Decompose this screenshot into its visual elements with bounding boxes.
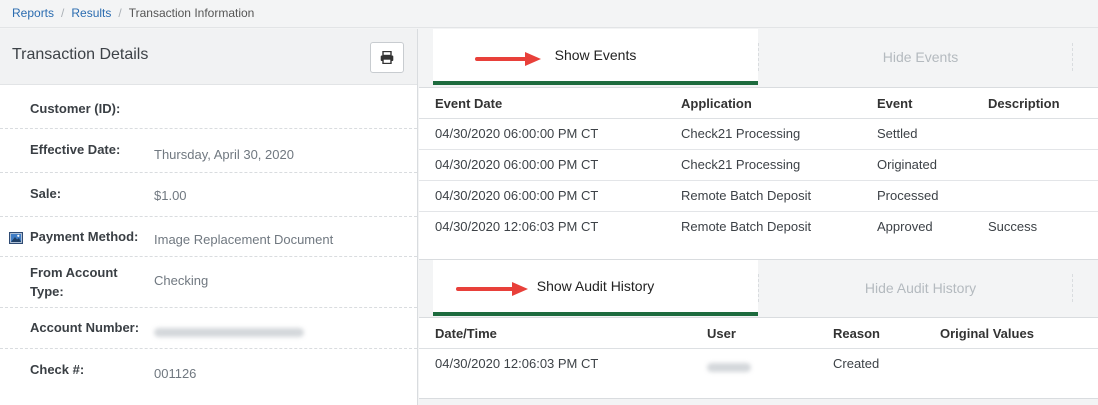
breadcrumb-reports[interactable]: Reports bbox=[12, 6, 54, 20]
check-number-row: Check #: 001126 bbox=[0, 349, 417, 393]
audit-history-tabs: Show Audit History Hide Audit History bbox=[433, 260, 1097, 316]
breadcrumb-current: Transaction Information bbox=[128, 6, 255, 20]
events-table-header: Event Date Application Event Description bbox=[419, 88, 1098, 119]
event-date-cell: 04/30/2020 06:00:00 PM CT bbox=[435, 188, 599, 203]
column-header-event[interactable]: Event bbox=[877, 96, 912, 111]
application-cell: Remote Batch Deposit bbox=[681, 188, 812, 203]
sale-value: $1.00 bbox=[154, 188, 187, 203]
table-row: 04/30/2020 12:06:03 PM CT Created bbox=[419, 349, 1098, 397]
user-cell bbox=[707, 359, 751, 374]
breadcrumb: Reports / Results / Transaction Information bbox=[0, 0, 1098, 28]
application-cell: Remote Batch Deposit bbox=[681, 219, 812, 234]
audit-history-table-header: Date/Time User Reason Original Values bbox=[419, 318, 1098, 349]
breadcrumb-separator: / bbox=[118, 6, 122, 20]
effective-date-label: Effective Date: bbox=[30, 142, 121, 157]
application-cell: Check21 Processing bbox=[681, 126, 801, 141]
date-time-cell: 04/30/2020 12:06:03 PM CT bbox=[435, 356, 599, 371]
audit-history-table: Date/Time User Reason Original Values 04… bbox=[419, 317, 1098, 399]
account-number-label: Account Number: bbox=[30, 320, 140, 335]
from-account-type-label-line2: Type: bbox=[30, 284, 64, 299]
events-panel: Show Events Hide Events Event Date Appli… bbox=[419, 29, 1098, 405]
column-header-event-date[interactable]: Event Date bbox=[435, 96, 502, 111]
breadcrumb-separator: / bbox=[61, 6, 65, 20]
table-row: 04/30/2020 06:00:00 PM CT Check21 Proces… bbox=[419, 119, 1098, 150]
check-number-label: Check #: bbox=[30, 362, 85, 377]
transaction-details-panel: Transaction Details Customer (ID): Effec… bbox=[0, 29, 418, 405]
tab-hide-audit-history-label: Hide Audit History bbox=[864, 280, 977, 296]
description-cell: Success bbox=[988, 219, 1038, 234]
tab-show-events-label: Show Events bbox=[554, 47, 637, 63]
column-header-user[interactable]: User bbox=[707, 326, 736, 341]
tab-hide-events[interactable]: Hide Events bbox=[758, 29, 1083, 85]
printer-icon bbox=[380, 51, 394, 64]
column-header-date-time[interactable]: Date/Time bbox=[435, 326, 497, 341]
effective-date-value: Thursday, April 30, 2020 bbox=[154, 147, 294, 162]
arrow-right-icon bbox=[475, 52, 541, 66]
check-number-value: 001126 bbox=[154, 366, 197, 381]
payment-method-row: Payment Method: Image Replacement Docume… bbox=[0, 217, 417, 257]
tab-show-audit-history-label: Show Audit History bbox=[536, 278, 655, 294]
payment-method-label: Payment Method: bbox=[30, 229, 139, 244]
table-row: 04/30/2020 06:00:00 PM CT Check21 Proces… bbox=[419, 150, 1098, 181]
sale-label: Sale: bbox=[30, 186, 62, 201]
account-number-row: Account Number: bbox=[0, 308, 417, 349]
customer-id-label: Customer (ID): bbox=[30, 101, 121, 116]
breadcrumb-results[interactable]: Results bbox=[71, 6, 111, 20]
event-cell: Approved bbox=[877, 219, 933, 234]
event-cell: Originated bbox=[877, 157, 937, 172]
customer-id-row: Customer (ID): bbox=[0, 85, 417, 129]
effective-date-row: Effective Date: Thursday, April 30, 2020 bbox=[0, 129, 417, 173]
from-account-type-row: From Account Type: Checking bbox=[0, 257, 417, 308]
event-cell: Processed bbox=[877, 188, 939, 203]
application-cell: Check21 Processing bbox=[681, 157, 801, 172]
table-row: 04/30/2020 06:00:00 PM CT Remote Batch D… bbox=[419, 181, 1098, 212]
table-row: 04/30/2020 12:06:03 PM CT Remote Batch D… bbox=[419, 212, 1098, 243]
account-number-value bbox=[154, 322, 304, 341]
column-header-reason[interactable]: Reason bbox=[833, 326, 880, 341]
column-header-application[interactable]: Application bbox=[681, 96, 752, 111]
tab-hide-audit-history[interactable]: Hide Audit History bbox=[758, 260, 1083, 316]
transaction-details-title: Transaction Details bbox=[12, 46, 149, 63]
sale-row: Sale: $1.00 bbox=[0, 173, 417, 217]
payment-method-value: Image Replacement Document bbox=[154, 232, 334, 247]
tab-hide-events-label: Hide Events bbox=[882, 49, 959, 65]
from-account-type-value: Checking bbox=[154, 273, 209, 288]
reason-cell: Created bbox=[833, 356, 880, 371]
event-date-cell: 04/30/2020 06:00:00 PM CT bbox=[435, 157, 599, 172]
image-icon[interactable] bbox=[9, 232, 23, 244]
from-account-type-label-line1: From Account bbox=[30, 265, 118, 280]
event-date-cell: 04/30/2020 06:00:00 PM CT bbox=[435, 126, 599, 141]
event-date-cell: 04/30/2020 12:06:03 PM CT bbox=[435, 219, 599, 234]
column-header-original-values[interactable]: Original Values bbox=[940, 326, 1034, 341]
column-header-description[interactable]: Description bbox=[988, 96, 1060, 111]
events-table: Event Date Application Event Description… bbox=[419, 87, 1098, 260]
event-cell: Settled bbox=[877, 126, 918, 141]
arrow-right-icon bbox=[456, 282, 528, 296]
print-button[interactable] bbox=[370, 42, 404, 73]
transaction-details-header: Transaction Details bbox=[0, 29, 417, 85]
